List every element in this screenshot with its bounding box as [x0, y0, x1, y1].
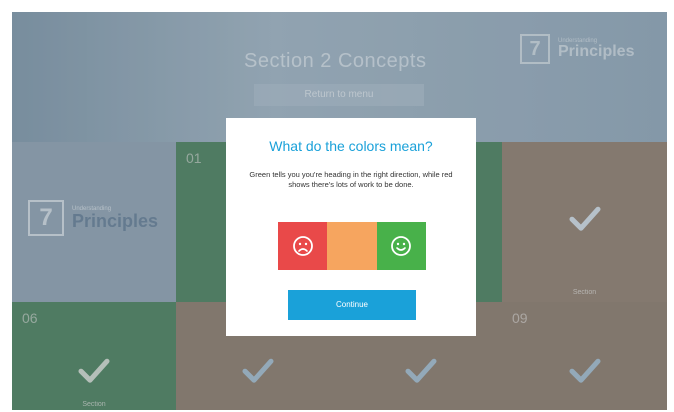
happy-face-icon	[391, 236, 412, 256]
red-swatch	[278, 222, 328, 270]
orange-swatch	[327, 222, 377, 270]
color-legend-modal: What do the colors mean? Green tells you…	[226, 118, 476, 336]
continue-button[interactable]: Continue	[288, 290, 416, 320]
modal-title: What do the colors mean?	[269, 138, 433, 154]
app-screen: Section 2 Concepts Return to menu 7 Unde…	[12, 12, 667, 410]
sad-face-icon	[292, 236, 313, 256]
modal-body-text: Green tells you you're heading in the ri…	[249, 170, 453, 189]
color-scale	[278, 222, 426, 270]
green-swatch	[376, 222, 426, 270]
